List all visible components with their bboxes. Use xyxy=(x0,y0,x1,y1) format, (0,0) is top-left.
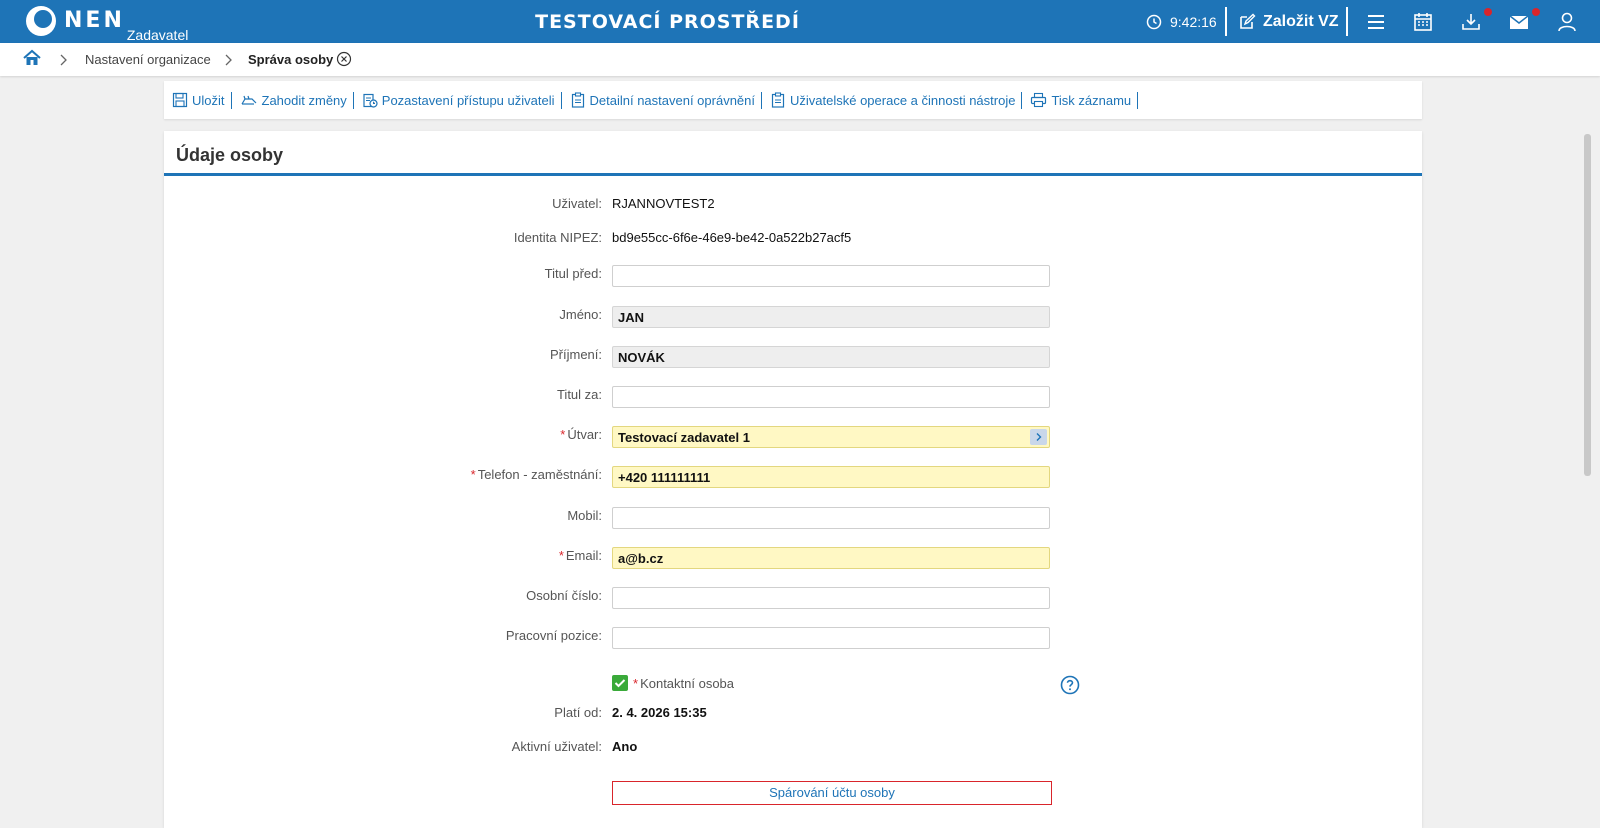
calendar-icon[interactable] xyxy=(1412,11,1434,33)
breadcrumb: Nastavení organizace Správa osoby xyxy=(0,43,1600,76)
contact-person-label: * Kontaktní osoba xyxy=(633,676,734,691)
session-timer: 9:42:16 xyxy=(1146,0,1217,43)
toolbar-divider xyxy=(560,91,562,109)
phone-label: * Telefon - zaměstnání: xyxy=(471,467,602,482)
user-operations-label: Uživatelské operace a činnosti nástroje xyxy=(790,92,1016,108)
app-header: NEN Zadavatel TESTOVACÍ PROSTŘEDÍ 9:42:1… xyxy=(0,0,1600,43)
environment-title: TESTOVACÍ PROSTŘEDÍ xyxy=(535,11,800,33)
save-label: Uložit xyxy=(192,92,225,108)
personal-number-label: Osobní číslo: xyxy=(526,588,602,603)
breadcrumb-item-current: Správa osoby xyxy=(248,52,334,67)
title-after-input[interactable] xyxy=(612,386,1050,408)
mobile-label: Mobil: xyxy=(567,508,602,523)
personal-number-input[interactable] xyxy=(612,587,1050,609)
clipboard-icon xyxy=(771,92,785,108)
save-icon xyxy=(172,92,188,108)
toolbar-divider xyxy=(230,91,232,109)
clock-icon xyxy=(1146,14,1162,29)
menu-icon[interactable] xyxy=(1365,11,1387,33)
phone-input[interactable]: +420 111111111 xyxy=(612,466,1050,488)
save-button[interactable]: Uložit xyxy=(170,91,231,109)
permissions-detail-label: Detailní nastavení oprávnění xyxy=(589,92,756,108)
required-mark: * xyxy=(558,548,564,563)
chevron-right-icon xyxy=(225,54,232,66)
edit-icon xyxy=(1240,13,1256,29)
mail-badge xyxy=(1532,8,1540,16)
required-mark: * xyxy=(560,427,566,442)
unit-label: * Útvar: xyxy=(560,427,602,442)
unit-select[interactable]: Testovací zadavatel 1 xyxy=(612,426,1050,448)
unit-label-text: Útvar: xyxy=(567,427,602,442)
panel-title: Údaje osoby xyxy=(176,145,284,165)
create-vz-button[interactable]: Založit VZ xyxy=(1238,0,1339,43)
close-icon[interactable] xyxy=(336,51,352,67)
create-vz-label: Založit VZ xyxy=(1263,12,1339,30)
pair-account-button[interactable]: Spárování účtu osoby xyxy=(612,781,1052,805)
session-time: 9:42:16 xyxy=(1170,13,1217,30)
first-name-label: Jméno: xyxy=(559,307,602,322)
discard-changes-label: Zahodit změny xyxy=(261,92,347,108)
header-divider xyxy=(1346,7,1348,36)
contact-person-text: Kontaktní osoba xyxy=(640,676,735,691)
first-name-field: JAN xyxy=(612,306,1050,328)
unit-select-button[interactable] xyxy=(1030,429,1047,445)
active-user-label: Aktivní uživatel: xyxy=(511,739,602,754)
unit-value: Testovací zadavatel 1 xyxy=(618,430,750,445)
suspend-access-button[interactable]: Pozastavení přístupu uživateli xyxy=(360,91,561,109)
user-icon[interactable] xyxy=(1556,11,1578,33)
phone-label-text: Telefon - zaměstnání: xyxy=(477,467,602,482)
required-mark: * xyxy=(470,467,476,482)
discard-icon xyxy=(241,95,256,105)
panel-title-underline xyxy=(164,173,1422,176)
chevron-right-icon xyxy=(60,54,67,66)
mail-icon[interactable] xyxy=(1508,11,1530,33)
user-label: Uživatel: xyxy=(552,196,602,211)
last-name-field: NOVÁK xyxy=(612,346,1050,368)
download-icon[interactable] xyxy=(1460,11,1482,33)
email-input[interactable]: a@b.cz xyxy=(612,547,1050,569)
position-input[interactable] xyxy=(612,627,1050,649)
clipboard-icon xyxy=(571,92,584,108)
email-label: * Email: xyxy=(559,548,602,563)
toolbar-divider xyxy=(1137,91,1139,109)
suspend-icon xyxy=(363,93,378,108)
toolbar-divider xyxy=(1021,91,1023,109)
valid-from-label: Platí od: xyxy=(554,705,602,720)
toolbar-divider xyxy=(761,91,762,109)
print-record-label: Tisk záznamu xyxy=(1051,92,1132,108)
print-record-button[interactable]: Tisk záznamu xyxy=(1028,91,1137,109)
permissions-detail-button[interactable]: Detailní nastavení oprávnění xyxy=(568,91,762,109)
title-before-input[interactable] xyxy=(612,265,1050,287)
header-divider xyxy=(1225,7,1227,36)
position-label: Pracovní pozice: xyxy=(505,628,602,643)
scrollbar-thumb[interactable] xyxy=(1584,134,1591,476)
suspend-access-label: Pozastavení přístupu uživateli xyxy=(381,92,555,108)
discard-changes-button[interactable]: Zahodit změny xyxy=(238,91,353,109)
print-icon xyxy=(1031,92,1047,108)
toolbar-divider xyxy=(352,91,354,109)
help-icon[interactable] xyxy=(1060,675,1080,695)
checkmark-icon xyxy=(614,679,626,688)
active-user-value: Ano xyxy=(612,739,638,754)
required-mark: * xyxy=(633,676,639,691)
title-after-label: Titul za: xyxy=(556,387,602,402)
valid-from-value: 2. 4. 2026 15:35 xyxy=(612,705,707,720)
breadcrumb-item-organization[interactable]: Nastavení organizace xyxy=(85,52,211,67)
user-operations-button[interactable]: Uživatelské operace a činnosti nástroje xyxy=(768,91,1021,109)
nipez-value: bd9e55cc-6f6e-46e9-be42-0a522b27acf5 xyxy=(612,230,852,245)
last-name-label: Příjmení: xyxy=(549,347,602,362)
email-label-text: Email: xyxy=(565,548,602,563)
download-badge xyxy=(1484,8,1492,16)
home-icon[interactable] xyxy=(23,49,41,67)
person-details-panel: Údaje osoby Uživatel: RJANNOVTEST2 Ident… xyxy=(164,131,1422,828)
action-toolbar: Uložit Zahodit změny Pozastavení přístup… xyxy=(164,81,1422,119)
title-before-label: Titul před: xyxy=(544,266,602,281)
mobile-input[interactable] xyxy=(612,507,1050,529)
chevron-right-icon xyxy=(1036,433,1042,441)
nipez-label: Identita NIPEZ: xyxy=(513,230,602,245)
contact-person-checkbox[interactable] xyxy=(612,675,628,691)
user-value: RJANNOVTEST2 xyxy=(612,196,715,211)
